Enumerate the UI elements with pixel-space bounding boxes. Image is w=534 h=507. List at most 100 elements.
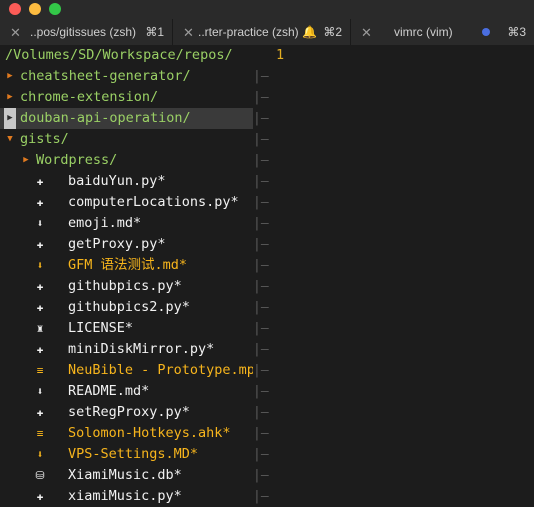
tree-item-label: chrome-extension/: [20, 89, 159, 105]
tab-title: vimrc (vim): [394, 25, 453, 39]
python-file-icon: ✚: [36, 490, 44, 503]
tree-dir-row[interactable]: ▶ chrome-extension/: [0, 87, 253, 108]
tree-file-row[interactable]: ⬇ VPS-Settings.MD*: [0, 444, 253, 465]
python-file-icon: ✚: [36, 301, 44, 314]
separator-mark: |–: [253, 69, 269, 84]
tab-title: ..pos/gitissues (zsh): [30, 25, 137, 39]
tab-close-icon[interactable]: ✕: [183, 25, 194, 41]
tree-item-label: setRegProxy.py*: [68, 404, 190, 420]
text-file-icon: ≡: [36, 364, 44, 377]
tree-item-label: gists/: [20, 131, 69, 147]
nerdtree-panel: /Volumes/SD/Workspace/repos/ ▶ cheatsheet…: [0, 45, 253, 506]
tree-root[interactable]: /Volumes/SD/Workspace/repos/: [0, 45, 253, 66]
collapsed-arrow-icon[interactable]: ▶: [20, 150, 32, 171]
separator-mark: |–: [253, 489, 269, 504]
markdown-file-icon: ⬇: [36, 259, 44, 272]
window-separator: |– |– |– |– |– |– |– |– |– |– |– |– |– |– |– |– |– |– |– |–…: [253, 45, 269, 506]
separator-mark: |–: [253, 111, 269, 126]
tree-dir-row[interactable]: ▶ douban-api-operation/: [0, 108, 253, 129]
tree-file-row[interactable]: ⬇ README.md*: [0, 381, 253, 402]
tree-dir-row[interactable]: ▶ Wordpress/: [0, 150, 253, 171]
minimize-window-button[interactable]: [29, 3, 41, 15]
tab-gitissues[interactable]: ✕ ..pos/gitissues (zsh) ⌘1: [0, 19, 173, 45]
line-number: 1: [276, 47, 285, 63]
tree-file-row[interactable]: ✚ githubpics.py*: [0, 276, 253, 297]
collapsed-arrow-icon[interactable]: ▶: [4, 108, 16, 129]
tree-dir-row[interactable]: ▶ cheatsheet-generator/: [0, 66, 253, 87]
separator-mark: |–: [253, 237, 269, 252]
tab-bar: ✕ ..pos/gitissues (zsh) ⌘1 ✕ ..rter-prac…: [0, 19, 534, 45]
separator-mark: |–: [253, 447, 269, 462]
window-titlebar: ✕ ..pos/gitissues (zsh) ⌘1 ✕ ..rter-prac…: [0, 0, 534, 45]
separator-mark: |–: [253, 342, 269, 357]
tab-rter-practice[interactable]: ✕ ..rter-practice (zsh) 🔔 ⌘2: [173, 19, 351, 45]
zoom-window-button[interactable]: [49, 3, 61, 15]
tree-item-label: README.md*: [68, 383, 150, 399]
collapsed-arrow-icon[interactable]: ▶: [4, 66, 16, 87]
tree-file-row[interactable]: ✚ miniDiskMirror.py*: [0, 339, 253, 360]
tree-file-row[interactable]: ≡ Solomon-Hotkeys.ahk*: [0, 423, 253, 444]
separator-mark: |–: [253, 216, 269, 231]
bell-icon: 🔔: [302, 25, 317, 39]
tree-file-row[interactable]: ♜ LICENSE*: [0, 318, 253, 339]
markdown-file-icon: ⬇: [36, 385, 44, 398]
tab-shortcut: ⌘3: [507, 25, 526, 39]
tab-shortcut: ⌘1: [145, 25, 164, 39]
tree-item-label: XiamiMusic.db*: [68, 467, 182, 483]
tree-file-row[interactable]: ≡ NeuBible - Prototype.mp: [0, 360, 253, 381]
separator-mark: |–: [253, 363, 269, 378]
tree-file-row[interactable]: ✚ baiduYun.py*: [0, 171, 253, 192]
python-file-icon: ✚: [36, 406, 44, 419]
separator-mark: |–: [253, 300, 269, 315]
close-window-button[interactable]: [9, 3, 21, 15]
separator-mark: |–: [253, 132, 269, 147]
tree-item-label: baiduYun.py*: [68, 173, 166, 189]
tree-item-label: emoji.md*: [68, 215, 142, 231]
tree-item-label: douban-api-operation/: [20, 110, 191, 126]
tree-file-row[interactable]: ✚ getProxy.py*: [0, 234, 253, 255]
tab-vimrc[interactable]: ✕ vimrc (vim) ⌘3: [351, 19, 534, 45]
tree-item-label: NeuBible - Prototype.mp: [68, 362, 253, 378]
tree-item-label: computerLocations.py*: [68, 194, 239, 210]
separator-mark: |–: [253, 384, 269, 399]
separator-mark: |–: [253, 195, 269, 210]
tree-file-row[interactable]: ✚ githubpics2.py*: [0, 297, 253, 318]
tree-item-label: cheatsheet-generator/: [20, 68, 191, 84]
license-file-icon: ♜: [36, 322, 44, 335]
tree-dir-row[interactable]: ▼ gists/: [0, 129, 253, 150]
expanded-arrow-icon[interactable]: ▼: [4, 129, 16, 150]
separator-mark: |–: [253, 405, 269, 420]
tab-shortcut: ⌘2: [323, 25, 342, 39]
tree-file-row[interactable]: ⛁ XiamiMusic.db*: [0, 465, 253, 486]
python-file-icon: ✚: [36, 175, 44, 188]
tree-file-row[interactable]: ⬇ emoji.md*: [0, 213, 253, 234]
collapsed-arrow-icon[interactable]: ▶: [4, 87, 16, 108]
tree-item-label: getProxy.py*: [68, 236, 166, 252]
tree-file-row[interactable]: ✚ setRegProxy.py*: [0, 402, 253, 423]
tree-item-label: Wordpress/: [36, 152, 118, 168]
activity-dot-icon: [482, 28, 490, 36]
python-file-icon: ✚: [36, 196, 44, 209]
separator-mark: |–: [253, 426, 269, 441]
text-file-icon: ≡: [36, 427, 44, 440]
tab-close-icon[interactable]: ✕: [361, 25, 372, 41]
separator-mark: |–: [253, 468, 269, 483]
tree-item-label: githubpics.py*: [68, 278, 182, 294]
tree-root-path: /Volumes/SD/Workspace/repos/: [5, 47, 233, 63]
tab-title: ..rter-practice (zsh): [198, 25, 299, 39]
separator-mark: |–: [253, 153, 269, 168]
separator-mark: |–: [253, 279, 269, 294]
python-file-icon: ✚: [36, 280, 44, 293]
tree-item-label: githubpics2.py*: [68, 299, 190, 315]
tree-file-row[interactable]: ✚ xiamiMusic.py*: [0, 486, 253, 506]
window-controls: [9, 3, 61, 15]
database-file-icon: ⛁: [35, 469, 45, 482]
tree-file-row[interactable]: ✚ computerLocations.py*: [0, 192, 253, 213]
separator-mark: |–: [253, 90, 269, 105]
tab-close-icon[interactable]: ✕: [10, 25, 21, 41]
python-file-icon: ✚: [36, 238, 44, 251]
markdown-file-icon: ⬇: [36, 217, 44, 230]
tree-item-label: VPS-Settings.MD*: [68, 446, 199, 462]
separator-mark: |–: [253, 258, 269, 273]
tree-file-row[interactable]: ⬇ GFM 语法测试.md*: [0, 255, 253, 276]
